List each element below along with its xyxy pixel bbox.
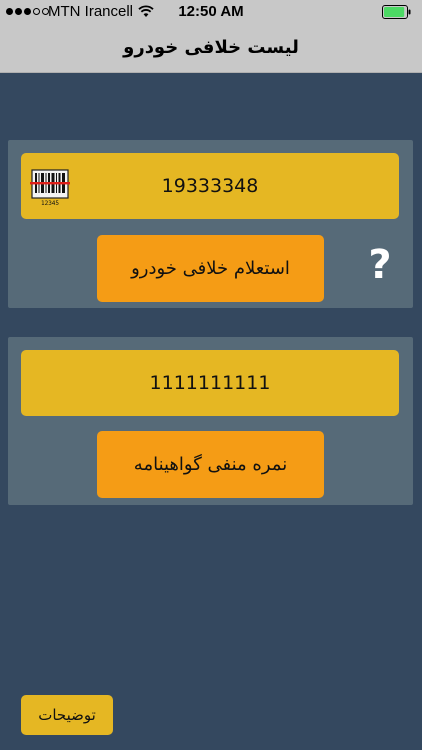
app-screen: MTN Irancell 12:50 AM لیست خلافی خودرو 1… <box>0 0 422 750</box>
page-title: لیست خلافی خودرو <box>123 37 299 58</box>
license-points-panel: نمره منفی گواهینامه <box>8 337 413 505</box>
license-negative-points-button[interactable]: نمره منفی گواهینامه <box>97 431 324 498</box>
barcode-digits: 12345 <box>41 200 59 207</box>
barcode-scanner-icon[interactable]: 12345 <box>28 167 72 207</box>
help-button[interactable]: ? <box>358 240 402 290</box>
description-button[interactable]: توضیحات <box>21 695 113 735</box>
vehicle-fines-panel: 12345 استعلام خلافی خودرو ? <box>8 140 413 308</box>
navigation-bar: لیست خلافی خودرو <box>0 24 422 73</box>
vehicle-fines-inquiry-button[interactable]: استعلام خلافی خودرو <box>97 235 324 302</box>
battery-icon <box>382 5 411 19</box>
status-time: 12:50 AM <box>178 3 244 20</box>
license-number-input[interactable] <box>21 350 399 416</box>
barcode-number-input[interactable] <box>21 153 399 219</box>
status-bar: MTN Irancell 12:50 AM <box>0 0 422 24</box>
